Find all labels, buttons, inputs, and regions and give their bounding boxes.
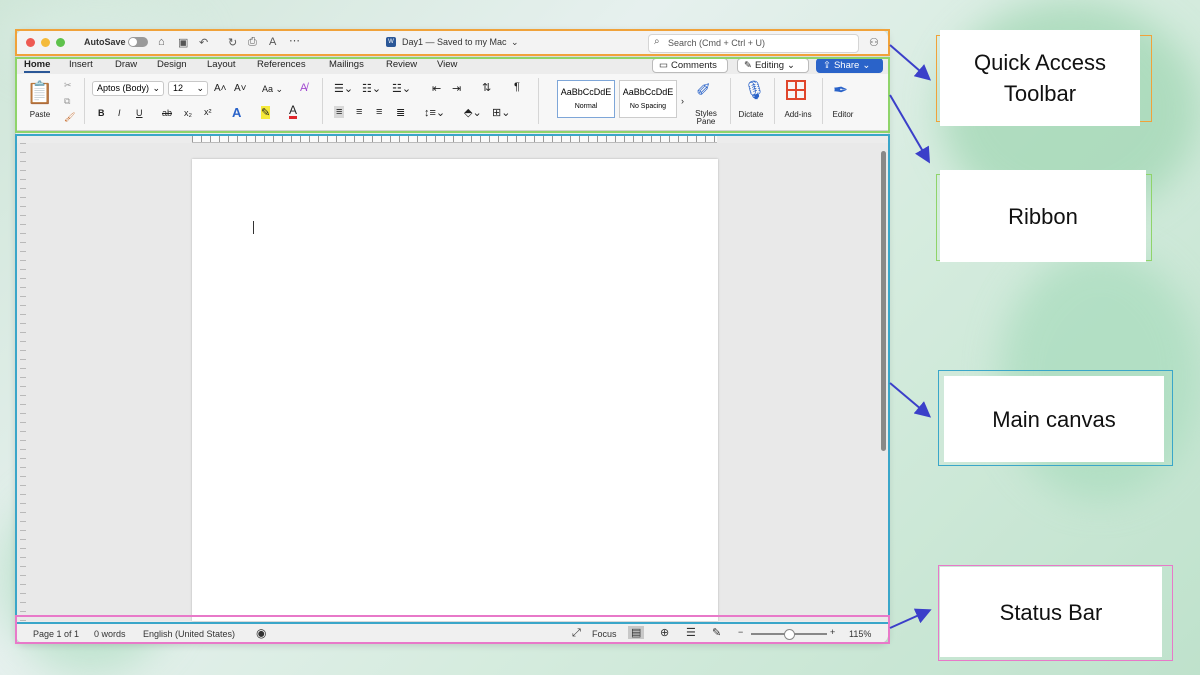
ribbon-arrow — [889, 94, 931, 164]
canvas-arrow — [889, 382, 932, 418]
status-arrow — [889, 608, 932, 629]
qat-arrow — [889, 44, 932, 81]
annotation-arrows — [889, 44, 932, 629]
